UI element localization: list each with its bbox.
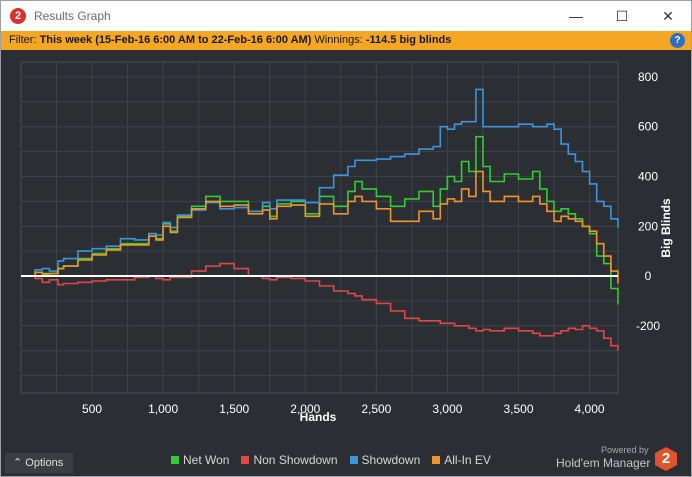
- legend-label: Non Showdown: [253, 453, 338, 467]
- options-label: Options: [25, 457, 64, 469]
- window-title: Results Graph: [34, 9, 111, 23]
- close-button[interactable]: ✕: [645, 1, 691, 31]
- legend-item[interactable]: Net Won: [171, 453, 229, 467]
- y-tick-label: 200: [638, 219, 658, 233]
- chart-grid: [20, 61, 619, 394]
- legend-label: All-In EV: [444, 453, 491, 467]
- y-tick-label: 400: [638, 169, 658, 183]
- x-axis-ticks: 500 1,000 1,500 2,000 2,500 3,000 3,500 4,000: [82, 402, 605, 416]
- legend-swatch: [171, 456, 179, 464]
- x-tick-label: 1,000: [148, 402, 178, 416]
- legend-swatch: [349, 456, 358, 464]
- x-tick-label: 3,500: [503, 402, 533, 416]
- y-tick-label: 600: [638, 120, 658, 134]
- x-tick-label: 3,000: [432, 402, 462, 416]
- legend-swatch: [432, 456, 441, 464]
- chart-legend: Net Won Non Showdown Showdown All-In EV: [171, 453, 503, 469]
- filter-value: This week (15-Feb-16 6:00 AM to 22-Feb-1…: [39, 34, 312, 46]
- maximize-button[interactable]: ☐: [599, 1, 645, 31]
- y-tick-label: 800: [638, 70, 658, 84]
- y-axis-ticks: -200 0 200 400 600 800: [636, 70, 660, 333]
- legend-label: Net Won: [183, 453, 230, 467]
- options-button[interactable]: ⌃ Options: [5, 453, 73, 473]
- y-axis-label: Big Blinds: [659, 198, 673, 258]
- brand-logo-icon: 2: [655, 447, 677, 471]
- x-tick-label: 2,500: [361, 402, 391, 416]
- filter-label: Filter:: [9, 34, 40, 46]
- title-bar[interactable]: 2 Results Graph — ☐ ✕: [1, 1, 691, 31]
- legend-swatch: [241, 456, 250, 464]
- x-axis-label: Hands: [300, 410, 337, 424]
- plot-area: [20, 61, 619, 394]
- x-tick-label: 1,500: [219, 402, 249, 416]
- legend-item[interactable]: Non Showdown: [241, 453, 338, 467]
- legend-item[interactable]: Showdown: [349, 453, 421, 467]
- x-tick-label: 4,000: [575, 402, 605, 416]
- options-caret-icon: ⌃: [13, 457, 23, 469]
- minimize-button[interactable]: —: [553, 1, 599, 31]
- app-logo-icon: 2: [10, 8, 26, 24]
- y-tick-label: -200: [636, 319, 660, 333]
- brand-name: Hold'em Manager: [556, 456, 651, 470]
- filter-bar: Filter: This week (15-Feb-16 6:00 AM to …: [1, 31, 691, 50]
- help-icon[interactable]: ?: [670, 33, 685, 48]
- legend-label: Showdown: [361, 453, 421, 467]
- x-tick-label: 500: [82, 402, 102, 416]
- winnings-value: -114.5 big blinds: [365, 34, 452, 46]
- winnings-label: Winnings:: [311, 34, 366, 46]
- legend-item[interactable]: All-In EV: [432, 453, 491, 467]
- results-graph-window: 2 Results Graph — ☐ ✕ Filter: This week …: [0, 0, 692, 477]
- powered-by-text: Powered by: [601, 445, 649, 455]
- results-chart: 500 1,000 1,500 2,000 2,500 3,000 3,500 4,000 -…: [20, 61, 673, 424]
- y-tick-label: 0: [645, 269, 652, 283]
